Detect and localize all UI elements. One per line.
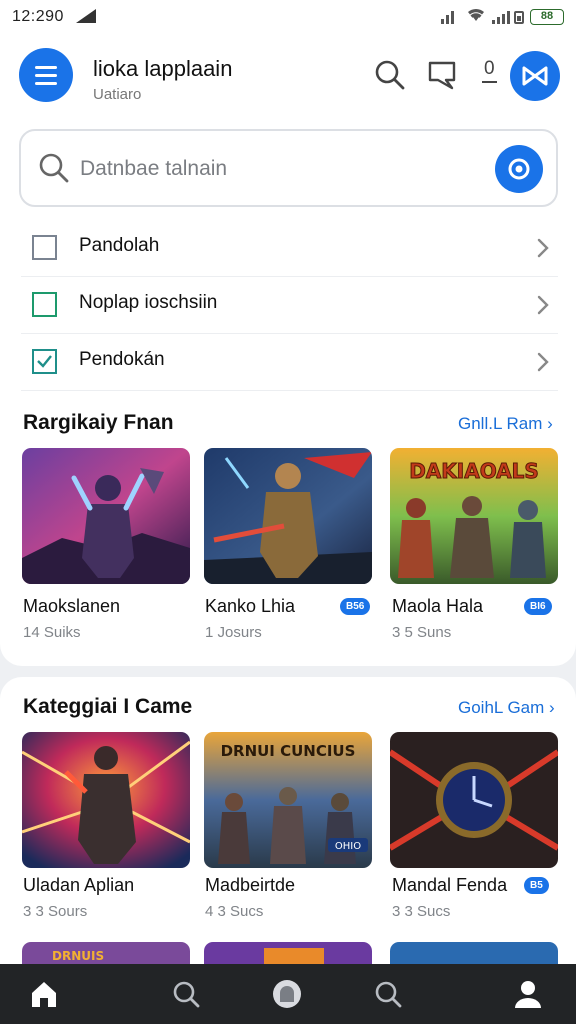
nav-center[interactable] bbox=[271, 978, 303, 1010]
game-meta: 1 Josurs bbox=[205, 624, 262, 641]
nav-explore[interactable] bbox=[372, 978, 404, 1010]
app-subtitle: Uatiaro bbox=[93, 86, 142, 103]
game-thumbnail[interactable]: DRNUI CUNCIUS OHIO bbox=[204, 732, 372, 868]
game-meta: 3 3 Sucs bbox=[392, 903, 451, 920]
search-bar bbox=[19, 129, 558, 207]
game-thumbnail-partial[interactable]: DRNUIS bbox=[22, 942, 190, 964]
battery-label: 88 bbox=[530, 9, 564, 25]
game-meta: 4 3 Sucs bbox=[205, 903, 264, 920]
game-thumbnail[interactable]: DAKIAOALS bbox=[390, 448, 558, 584]
search-icon bbox=[375, 981, 402, 1008]
see-all-link[interactable]: GoihL Gam › bbox=[458, 698, 555, 718]
game-meta: 3 5 Suns bbox=[392, 624, 452, 641]
game-thumbnail[interactable] bbox=[22, 732, 190, 868]
header-comment-button[interactable] bbox=[426, 58, 460, 92]
game-title: Maokslanen bbox=[23, 596, 121, 616]
comment-icon bbox=[428, 61, 456, 90]
game-artwork-partial bbox=[390, 942, 558, 964]
game-title: Kanko Lhia bbox=[205, 596, 296, 616]
menu-icon-bar bbox=[35, 73, 57, 77]
game-title: Uladan Aplian bbox=[23, 875, 135, 895]
game-badge: B5 bbox=[524, 877, 549, 894]
notification-counter[interactable]: 0 bbox=[482, 58, 497, 83]
menu-icon bbox=[35, 65, 57, 69]
search-icon bbox=[173, 981, 200, 1008]
app-title: lioka lapplaain bbox=[93, 56, 233, 81]
game-badge: BI6 bbox=[524, 598, 552, 615]
menu-icon-bar bbox=[35, 81, 57, 85]
game-title: Madbeirtde bbox=[205, 875, 296, 895]
profile-icon bbox=[515, 981, 541, 1008]
home-icon bbox=[32, 982, 56, 1007]
nav-profile[interactable] bbox=[512, 978, 544, 1010]
battle-artwork: DAKIAOALS bbox=[390, 448, 558, 584]
bottom-nav bbox=[0, 964, 576, 1024]
clock-artwork bbox=[390, 732, 558, 868]
header-search-button[interactable] bbox=[373, 58, 407, 92]
signal-icon-2 bbox=[492, 10, 510, 24]
menu-button[interactable] bbox=[19, 48, 73, 102]
search-input[interactable] bbox=[80, 153, 460, 185]
list-item-pendokan[interactable]: Pendokán bbox=[21, 335, 558, 391]
game-title: Mandal Fenda bbox=[392, 875, 508, 895]
list-item-label: Noplap ioschsiin bbox=[79, 292, 218, 313]
bell-icon bbox=[273, 980, 301, 1008]
nav-home[interactable] bbox=[28, 978, 60, 1010]
wifi-icon bbox=[468, 8, 484, 21]
status-time: 12:290 bbox=[12, 8, 64, 25]
art-banner-text: DRNUIS bbox=[52, 949, 104, 963]
status-bar: 12:290 88 bbox=[0, 0, 576, 34]
see-all-label: Gnll.L Ram bbox=[458, 414, 543, 433]
see-all-label: GoihL Gam bbox=[458, 698, 545, 717]
warrior-artwork bbox=[22, 732, 190, 868]
section-title: Rargikaiy Fnan bbox=[23, 411, 174, 434]
list-item-label: Pendokán bbox=[79, 349, 165, 370]
chevron-right-icon bbox=[537, 238, 549, 258]
chevron-right-icon bbox=[537, 352, 549, 372]
game-meta: 3 3 Sours bbox=[23, 903, 88, 920]
game-artwork-partial: DRNUIS bbox=[22, 942, 190, 964]
checkbox-checked[interactable] bbox=[32, 349, 57, 374]
close-x-icon bbox=[522, 66, 548, 86]
list-item-noplap[interactable]: Noplap ioschsiin bbox=[21, 278, 558, 334]
game-thumbnail[interactable] bbox=[390, 732, 558, 868]
check-icon bbox=[37, 355, 52, 368]
art-tag-text: OHIO bbox=[335, 841, 361, 852]
checkbox[interactable] bbox=[32, 235, 57, 260]
game-thumbnail[interactable] bbox=[204, 448, 372, 584]
battle-artwork: DRNUI CUNCIUS OHIO bbox=[204, 732, 372, 868]
search-icon bbox=[375, 60, 405, 90]
search-icon bbox=[39, 153, 69, 183]
chevron-right-icon bbox=[537, 295, 549, 315]
close-button[interactable] bbox=[510, 51, 560, 101]
camera-icon bbox=[508, 158, 530, 180]
list-item-pandolah[interactable]: Pandolah bbox=[21, 221, 558, 277]
game-meta: 14 Suiks bbox=[23, 624, 81, 641]
signal-icon bbox=[441, 10, 454, 24]
battery-icon bbox=[514, 11, 524, 24]
game-thumbnail-partial[interactable] bbox=[204, 942, 372, 964]
see-all-link[interactable]: Gnll.L Ram › bbox=[458, 414, 553, 434]
warrior-artwork bbox=[22, 448, 190, 584]
carrier-icon bbox=[76, 9, 96, 23]
game-thumbnail-partial[interactable] bbox=[390, 942, 558, 964]
camera-search-button[interactable] bbox=[495, 145, 543, 193]
section-title: Kateggiai I Came bbox=[23, 695, 193, 718]
art-banner-text: DAKIAOALS bbox=[409, 459, 539, 483]
game-title: Maola Hala bbox=[392, 596, 484, 616]
game-thumbnail[interactable] bbox=[22, 448, 190, 584]
game-artwork-partial bbox=[204, 942, 372, 964]
list-item-label: Pandolah bbox=[79, 235, 160, 256]
checkbox[interactable] bbox=[32, 292, 57, 317]
game-badge: B56 bbox=[340, 598, 371, 615]
nav-search[interactable] bbox=[170, 978, 202, 1010]
art-banner-text: DRNUI CUNCIUS bbox=[221, 742, 356, 760]
warrior-artwork bbox=[204, 448, 372, 584]
